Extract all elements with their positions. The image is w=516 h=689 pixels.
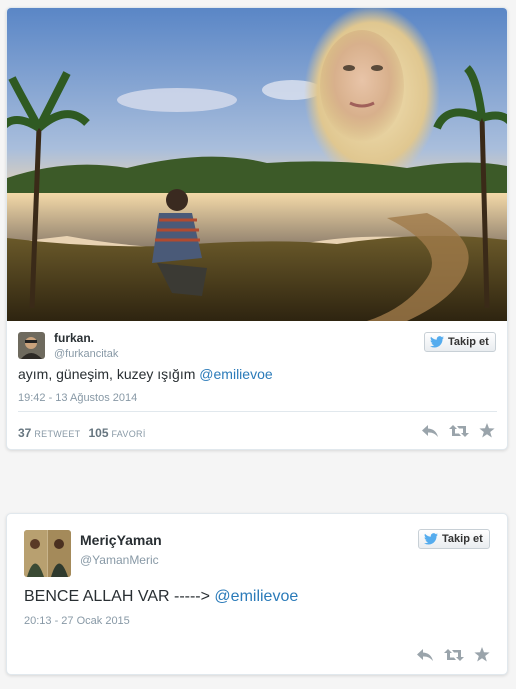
- tweet-body: BENCE ALLAH VAR ----->: [24, 588, 210, 605]
- display-name[interactable]: MeriçYaman: [80, 532, 162, 548]
- user-handle[interactable]: @YamanMeric: [80, 553, 159, 567]
- follow-button[interactable]: Takip et: [418, 529, 490, 549]
- tweet-card: MeriçYaman @YamanMeric Takip et BENCE AL…: [6, 513, 508, 675]
- tweet-stats: 37 RETWEET 105 FAVORİ: [18, 426, 154, 440]
- follow-button[interactable]: Takip et: [424, 332, 496, 352]
- reply-icon[interactable]: [416, 648, 434, 662]
- tweet-timestamp[interactable]: 19:42 - 13 Ağustos 2014: [18, 392, 137, 404]
- retweet-label[interactable]: RETWEET: [34, 429, 80, 439]
- mention-link[interactable]: @emilievoe: [199, 366, 272, 382]
- tweet-text: BENCE ALLAH VAR -----> @emilievoe: [24, 588, 298, 606]
- follow-button-label: Takip et: [442, 533, 483, 545]
- divider: [18, 411, 497, 412]
- retweet-icon[interactable]: [444, 648, 464, 662]
- tweet-text: ayım, güneşim, kuzey ışığım @emilievoe: [18, 366, 273, 382]
- tweet-card: furkan. @furkancitak Takip et ayım, güne…: [6, 7, 508, 450]
- favorite-star-icon[interactable]: [474, 647, 490, 662]
- tweet-actions: [411, 423, 495, 438]
- twitter-bird-icon: [430, 336, 444, 348]
- avatar[interactable]: [24, 530, 71, 577]
- tweet-actions: [406, 647, 490, 662]
- avatar[interactable]: [18, 332, 45, 359]
- favorite-star-icon[interactable]: [479, 423, 495, 438]
- tweet-photo[interactable]: [7, 8, 507, 321]
- follow-button-label: Takip et: [448, 336, 489, 348]
- user-handle[interactable]: @furkancitak: [54, 348, 118, 360]
- favorite-count[interactable]: 105: [88, 426, 108, 440]
- retweet-icon[interactable]: [449, 424, 469, 438]
- tweet-timestamp[interactable]: 20:13 - 27 Ocak 2015: [24, 615, 130, 627]
- retweet-count[interactable]: 37: [18, 426, 31, 440]
- mention-link[interactable]: @emilievoe: [214, 588, 298, 605]
- tweet-body: ayım, güneşim, kuzey ışığım: [18, 366, 196, 382]
- favorite-label[interactable]: FAVORİ: [112, 429, 146, 439]
- reply-icon[interactable]: [421, 424, 439, 438]
- display-name[interactable]: furkan.: [54, 331, 94, 345]
- twitter-bird-icon: [424, 533, 438, 545]
